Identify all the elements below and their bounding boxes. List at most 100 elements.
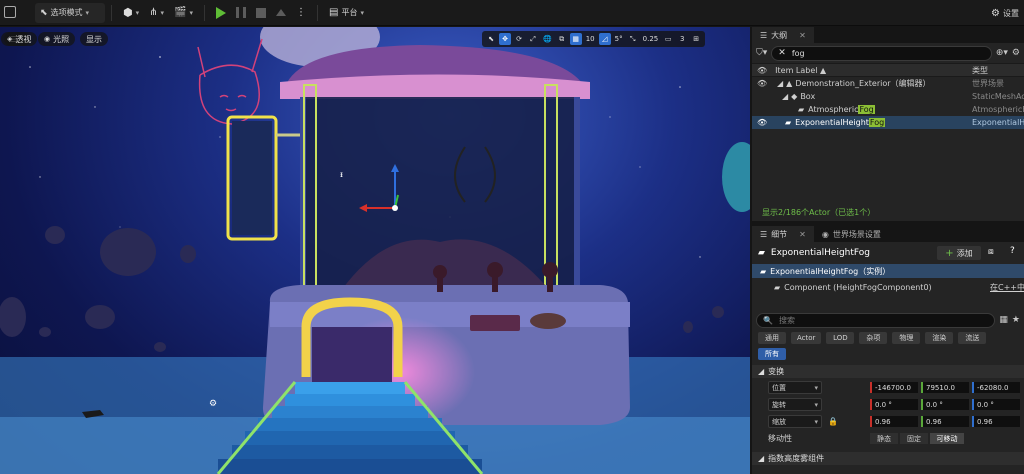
show-label: 显示: [86, 34, 102, 44]
scale-mode-select[interactable]: 缩放 ▾: [768, 415, 822, 428]
scale-snap-icon[interactable]: ⤡: [627, 33, 639, 45]
cpp-link[interactable]: 在C++中: [990, 282, 1024, 293]
coordinate-space-icon[interactable]: 🌐: [541, 33, 554, 45]
expand-arrow-icon[interactable]: ◢: [782, 92, 788, 101]
rotate-tool-icon[interactable]: ⟳: [513, 33, 525, 45]
stop-button[interactable]: [251, 3, 271, 23]
filter-all[interactable]: 所有: [758, 348, 786, 360]
cinematics-button[interactable]: 🎬 ▾: [169, 3, 198, 23]
close-icon[interactable]: ✕: [799, 31, 806, 40]
component-row[interactable]: ▰ Component (HeightFogComponent0) 在C++中: [752, 280, 1024, 294]
help-icon[interactable]: ?: [1010, 246, 1015, 256]
scale-row: 缩放 ▾ 🔒 0.96 0.96 0.96: [752, 414, 1024, 429]
maximize-viewport-icon[interactable]: ⊞: [690, 33, 702, 45]
lighting-button[interactable]: ◉ 光照: [38, 32, 76, 46]
filter-actor[interactable]: Actor: [791, 332, 822, 344]
blueprint-button[interactable]: ⋔ ▾: [144, 3, 169, 23]
pause-button[interactable]: [231, 3, 251, 23]
mobility-movable-button[interactable]: 可移动: [930, 433, 964, 444]
filter-physics[interactable]: 物理: [892, 332, 921, 344]
instance-row[interactable]: ▰ ExponentialHeightFog（实例）: [752, 264, 1024, 278]
scale-x-field[interactable]: 0.96: [870, 416, 918, 427]
tab-details[interactable]: ☰ 细节 ✕: [752, 226, 814, 242]
scale-y-field[interactable]: 0.96: [921, 416, 969, 427]
filter-icon[interactable]: ⛉▾: [756, 48, 767, 58]
settings-button[interactable]: ⚙ 设置: [986, 3, 1024, 23]
show-button[interactable]: 显示: [80, 32, 108, 46]
clear-search-icon[interactable]: ✕: [778, 48, 786, 58]
rotation-y-field[interactable]: 0.0 °: [921, 399, 969, 410]
item-label-column[interactable]: Item Label ▲: [775, 66, 826, 75]
rotation-mode-select[interactable]: 旋转 ▾: [768, 398, 822, 411]
lock-icon[interactable]: 🔒: [828, 417, 838, 426]
filter-rendering[interactable]: 渲染: [925, 332, 954, 344]
tab-world-settings[interactable]: ◉ 世界场景设置: [813, 226, 889, 242]
outliner-settings-icon[interactable]: ⚙: [1012, 48, 1020, 58]
add-filter-icon[interactable]: ⊕▾: [996, 48, 1008, 58]
visibility-icon[interactable]: 👁: [757, 79, 771, 88]
grid-snap-icon[interactable]: ▦: [569, 33, 582, 45]
fog-section-header[interactable]: ◢ 指数高度雾组件: [752, 452, 1024, 465]
mode-selector[interactable]: ⬉ 选项模式 ▾: [35, 2, 105, 23]
visibility-icon[interactable]: 👁: [757, 118, 771, 127]
filter-lod[interactable]: LOD: [826, 332, 855, 344]
gear-icon: ⚙: [991, 7, 1000, 19]
transform-section-header[interactable]: ◢ 变换: [752, 365, 1024, 378]
favorites-star-icon[interactable]: ★: [1012, 315, 1020, 325]
surface-snap-icon[interactable]: ⧉: [556, 33, 568, 45]
mobility-static-button[interactable]: 静态: [870, 433, 898, 444]
expand-arrow-icon[interactable]: ◢: [777, 79, 783, 88]
save-icon[interactable]: [4, 6, 16, 18]
select-tool-icon[interactable]: ⬉: [485, 33, 497, 45]
camera-speed-icon[interactable]: ▭: [662, 33, 674, 45]
filter-general[interactable]: 通用: [758, 332, 786, 344]
translate-tool-icon[interactable]: ✥: [499, 33, 511, 45]
level-viewport[interactable]: ⚙ ᵻ ☰ ◈ 透视 ◉ 光照 显示 ⬉ ✥ ⟳ ⤢ 🌐 ⧉ ▦ 10 ◿ 5°…: [0, 27, 750, 474]
more-options-button[interactable]: ⋮: [291, 3, 311, 23]
platform-button[interactable]: ▤ 平台 ▾: [324, 3, 369, 23]
plus-icon: +: [945, 247, 954, 259]
more-dots-icon: ⋮: [296, 7, 306, 18]
tree-row-exponential-height-fog[interactable]: 👁 ▰ ExponentialHeightFog ExponentialHeig…: [752, 116, 1024, 129]
close-icon[interactable]: ✕: [799, 230, 806, 239]
tree-row-box[interactable]: ◢ ◆ Box StaticMeshActor: [752, 90, 1024, 103]
grid-snap-value[interactable]: 10: [584, 33, 597, 45]
perspective-button[interactable]: ◈ 透视: [1, 32, 38, 46]
tree-row-world[interactable]: 👁 ◢ ▲ Demonstration_Exterior（编辑器） 世界场景: [752, 77, 1024, 90]
scale-snap-value[interactable]: 0.25: [641, 33, 661, 45]
filter-misc[interactable]: 杂项: [859, 332, 888, 344]
filter-streaming[interactable]: 流送: [958, 332, 987, 344]
add-component-button[interactable]: + 添加: [937, 246, 981, 260]
location-y-field[interactable]: 79510.0: [921, 382, 969, 393]
play-button[interactable]: [211, 3, 231, 23]
rotation-snap-value[interactable]: 5°: [613, 33, 625, 45]
fog-actor-icon: ▰: [758, 248, 765, 258]
details-search-input[interactable]: 🔍 搜索: [756, 312, 996, 328]
eject-icon: [276, 9, 286, 16]
rotation-z-field[interactable]: 0.0 °: [972, 399, 1020, 410]
chevron-down-icon: ▾: [85, 8, 90, 17]
add-content-button[interactable]: ⬢ ▾: [118, 3, 144, 23]
type-column[interactable]: 类型: [972, 65, 988, 76]
location-mode-select[interactable]: 位置 ▾: [768, 381, 822, 394]
tree-row-type: ExponentialHeightFog: [972, 118, 1024, 127]
outliner-search-input[interactable]: ✕ fog: [771, 45, 992, 61]
location-x-field[interactable]: -146700.0: [870, 382, 918, 393]
component-label: Component (HeightFogComponent0): [784, 282, 932, 292]
scale-tool-icon[interactable]: ⤢: [527, 33, 539, 45]
blueprint-icon: ⋔: [149, 7, 158, 18]
property-matrix-icon[interactable]: ▦: [999, 315, 1008, 325]
scale-z-field[interactable]: 0.96: [972, 416, 1020, 427]
details-panel: ☰ 细节 ✕ ◉ 世界场景设置 ▰ ExponentialHeightFog +…: [752, 226, 1024, 474]
tree-row-atmospheric-fog[interactable]: ▰ AtmosphericFog AtmosphericFog: [752, 103, 1024, 116]
blueprint-convert-icon[interactable]: ⧈: [988, 247, 994, 257]
eject-button[interactable]: [271, 3, 291, 23]
location-z-field[interactable]: -62080.0: [972, 382, 1020, 393]
camera-speed-value[interactable]: 3: [676, 33, 688, 45]
mobility-stationary-button[interactable]: 固定: [900, 433, 928, 444]
platform-label: 平台: [341, 8, 358, 17]
tab-outliner[interactable]: ☰ 大纲 ✕: [752, 27, 814, 43]
chevron-down-icon: ▾: [814, 383, 818, 392]
rotation-x-field[interactable]: 0.0 °: [870, 399, 918, 410]
rotation-snap-icon[interactable]: ◿: [598, 33, 611, 45]
